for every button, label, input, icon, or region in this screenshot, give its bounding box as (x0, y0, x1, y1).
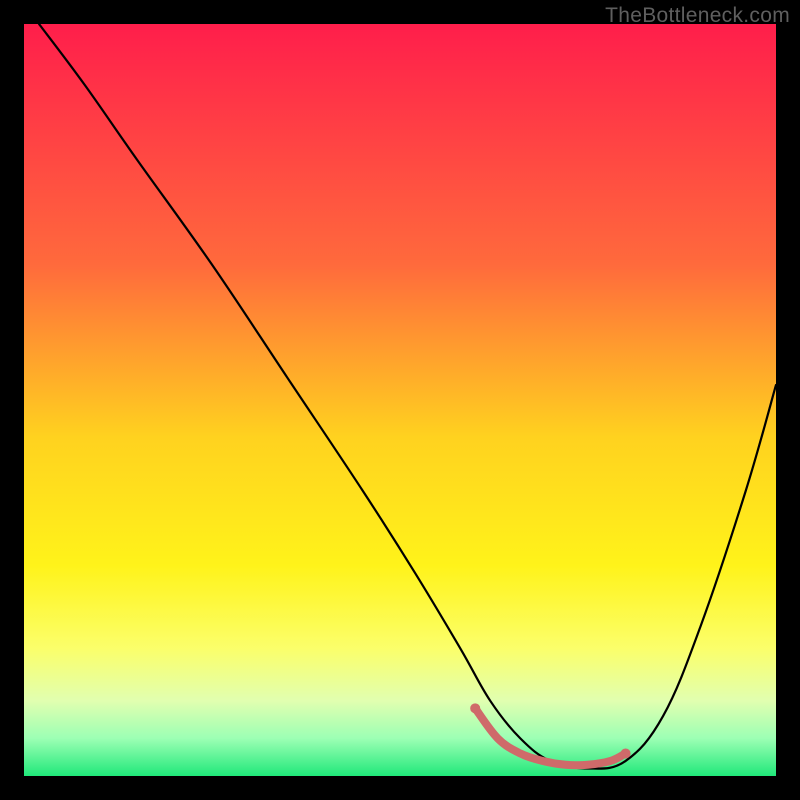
chart-frame: TheBottleneck.com (0, 0, 800, 800)
chart-svg (24, 24, 776, 776)
highlight-dot (470, 703, 480, 713)
gradient-rect (24, 24, 776, 776)
highlight-dot (621, 748, 631, 758)
plot-area (24, 24, 776, 776)
watermark-text: TheBottleneck.com (605, 4, 790, 28)
